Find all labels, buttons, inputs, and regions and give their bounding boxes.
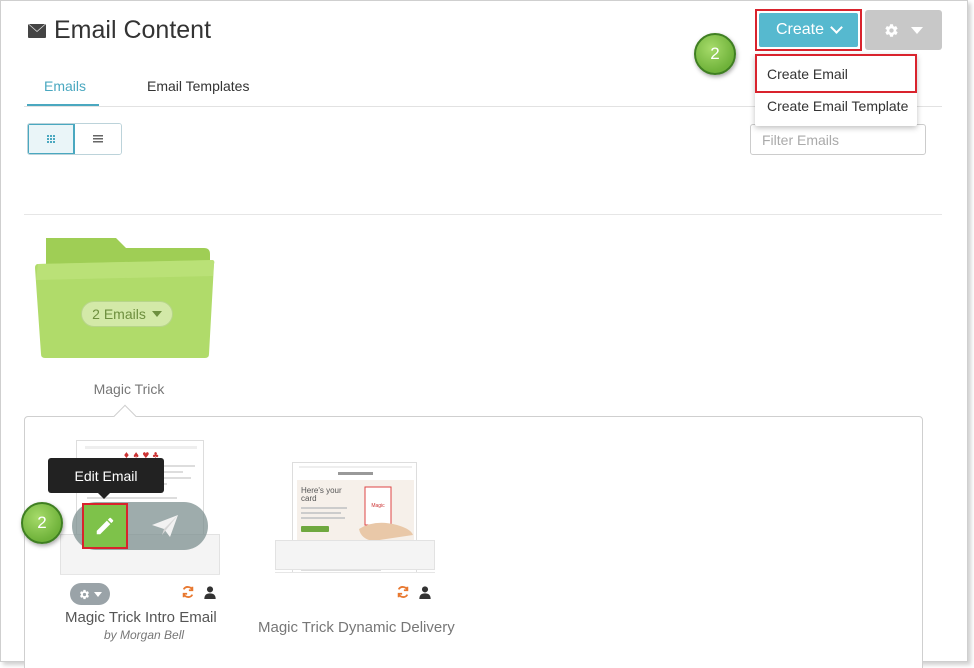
page-title-text: Email Content [54,16,212,44]
user-icon [204,586,216,599]
folder-icon [35,238,215,358]
active-tab-indicator [27,104,99,106]
thumb-card-text: Magic [371,503,385,509]
sync-icon[interactable] [181,585,195,599]
email-name[interactable]: Magic Trick Intro Email [65,609,217,626]
folder-name: Magic Trick [93,381,165,397]
caret-down-icon [93,591,102,597]
card-footer [275,572,435,598]
envelope-icon [28,23,46,38]
create-button-label: Create [775,21,825,38]
thumb-headline-2: card [301,494,317,503]
folder-email-count: 2 Emails [92,306,146,322]
list-view-button[interactable] [75,124,121,154]
edit-email-tooltip: Edit Email [48,458,164,499]
send-email-button[interactable] [140,505,190,547]
section-divider [24,214,942,215]
user-icon [419,586,431,599]
gear-icon [885,23,898,37]
caret-down-icon [911,26,923,34]
sync-icon[interactable] [396,585,410,599]
grid-icon [47,135,55,143]
create-button-highlight: Create [755,9,862,51]
view-toggle [27,123,122,155]
card-settings-button[interactable] [70,583,110,605]
menu-item-create-email-template[interactable]: Create Email Template [767,98,908,114]
chevron-down-icon [830,21,843,34]
tab-emails[interactable]: Emails [44,78,86,94]
caret-down-icon [151,311,162,317]
tab-email-templates[interactable]: Email Templates [147,78,249,94]
email-name[interactable]: Magic Trick Dynamic Delivery [258,619,455,636]
email-card[interactable]: Here's your card Magic [275,462,435,602]
create-dropdown-menu: Create Email Create Email Template [755,54,917,126]
settings-dropdown-button[interactable] [865,10,942,50]
menu-item-create-email[interactable]: Create Email [767,66,848,82]
edit-email-button[interactable] [82,503,128,549]
gear-icon [79,589,89,599]
pencil-icon [96,517,114,535]
envelope-graphic [275,540,435,570]
email-author: by Morgan Bell [104,628,185,642]
create-button[interactable]: Create [759,13,858,47]
list-icon [93,135,103,143]
folder-email-count-dropdown[interactable]: 2 Emails [81,301,173,327]
step-badge: 2 [21,502,63,544]
grid-view-button[interactable] [28,124,75,154]
paper-plane-icon [152,515,178,537]
step-badge: 2 [694,33,736,75]
folder-magic-trick[interactable]: 2 Emails [34,236,216,360]
filter-emails-input[interactable] [750,124,926,155]
page-title: Email Content [28,16,211,45]
